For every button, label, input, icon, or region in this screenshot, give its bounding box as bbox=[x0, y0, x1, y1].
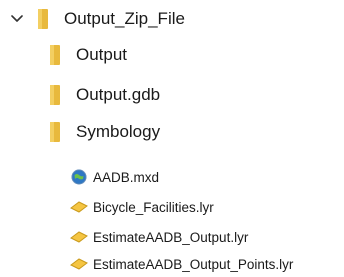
tree-item-output[interactable]: Output bbox=[50, 40, 127, 70]
tree-root-item[interactable]: Output_Zip_File bbox=[10, 4, 185, 34]
tree-item-output-gdb[interactable]: Output.gdb bbox=[50, 80, 160, 110]
tree-item-bicycle-facilities-lyr[interactable]: Bicycle_Facilities.lyr bbox=[70, 195, 214, 219]
tree-item-aadb-mxd[interactable]: AADB.mxd bbox=[70, 165, 159, 189]
chevron-down-icon[interactable] bbox=[10, 12, 24, 26]
tree-item-label: Bicycle_Facilities.lyr bbox=[93, 199, 214, 215]
folder-icon bbox=[50, 122, 60, 142]
tree-item-label: Output.gdb bbox=[76, 85, 161, 104]
folder-icon bbox=[38, 9, 48, 29]
folder-icon bbox=[50, 85, 60, 105]
tree-item-label: Output bbox=[76, 45, 128, 64]
tree-root-label: Output_Zip_File bbox=[64, 9, 185, 28]
tree-item-label: EstimateAADB_Output_Points.lyr bbox=[93, 256, 294, 272]
tree-item-symbology[interactable]: Symbology bbox=[50, 117, 160, 147]
tree-item-estimateaadb-output-lyr[interactable]: EstimateAADB_Output.lyr bbox=[70, 225, 248, 249]
layer-file-icon bbox=[70, 256, 88, 272]
folder-tree: Output_Zip_File Output Output.gdb Symbol… bbox=[0, 0, 344, 277]
folder-icon bbox=[50, 45, 60, 65]
map-document-icon bbox=[70, 169, 88, 185]
layer-file-icon bbox=[70, 199, 88, 215]
tree-item-label: Symbology bbox=[76, 122, 161, 141]
tree-item-estimateaadb-output-points-lyr[interactable]: EstimateAADB_Output_Points.lyr bbox=[70, 252, 293, 276]
tree-item-label: AADB.mxd bbox=[93, 169, 160, 185]
tree-item-label: EstimateAADB_Output.lyr bbox=[93, 229, 249, 245]
layer-file-icon bbox=[70, 229, 88, 245]
